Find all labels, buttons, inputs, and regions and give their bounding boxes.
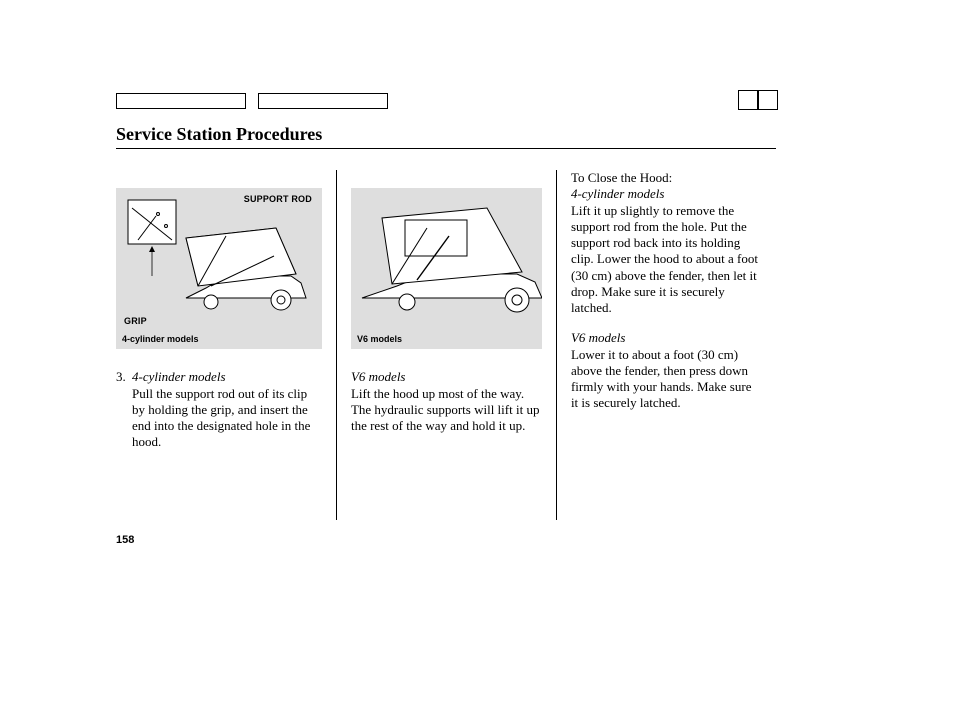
crop-box — [116, 93, 246, 109]
step-v6: V6 models Lift the hood up most of the w… — [351, 369, 542, 434]
page-number: 158 — [116, 534, 134, 546]
figure-4cyl: SUPPORT ROD — [116, 188, 322, 349]
content-columns: SUPPORT ROD — [116, 170, 776, 520]
close-v6-body: Lower it to about a foot (30 cm) above t… — [571, 347, 762, 412]
close-hood-heading: To Close the Hood: — [571, 170, 762, 186]
callout-support-rod: SUPPORT ROD — [244, 194, 312, 205]
crop-box — [738, 90, 758, 110]
close-4cyl-body: Lift it up slightly to remove the suppor… — [571, 203, 762, 317]
hood-open-4cyl-icon — [126, 198, 311, 328]
step-body-v6: Lift the hood up most of the way. The hy… — [351, 386, 539, 434]
close-v6-heading: V6 models — [571, 330, 762, 346]
manual-page: Service Station Procedures SUPPORT ROD — [0, 0, 954, 710]
figure-v6: V6 models — [351, 188, 542, 349]
crop-box — [758, 90, 778, 110]
column-3: To Close the Hood: 4-cylinder models Lif… — [556, 170, 776, 520]
step-heading-4cyl: 4-cylinder models — [132, 369, 226, 384]
step-3: 3. 4-cylinder models Pull the support ro… — [116, 369, 322, 450]
figure-caption-4cyl: 4-cylinder models — [122, 334, 316, 345]
column-1: SUPPORT ROD — [116, 170, 336, 520]
title-rule — [116, 148, 776, 149]
step-body-4cyl: Pull the support rod out of its clip by … — [132, 386, 310, 450]
callout-grip: GRIP — [124, 316, 147, 327]
crop-box — [258, 93, 388, 109]
step-heading-v6: V6 models — [351, 369, 406, 384]
column-2: V6 models V6 models Lift the hood up mos… — [336, 170, 556, 520]
step-number: 3. — [116, 369, 132, 450]
close-4cyl-heading: 4-cylinder models — [571, 186, 762, 202]
page-title: Service Station Procedures — [116, 124, 322, 145]
figure-caption-v6: V6 models — [357, 334, 536, 345]
hood-open-v6-icon — [357, 198, 542, 328]
